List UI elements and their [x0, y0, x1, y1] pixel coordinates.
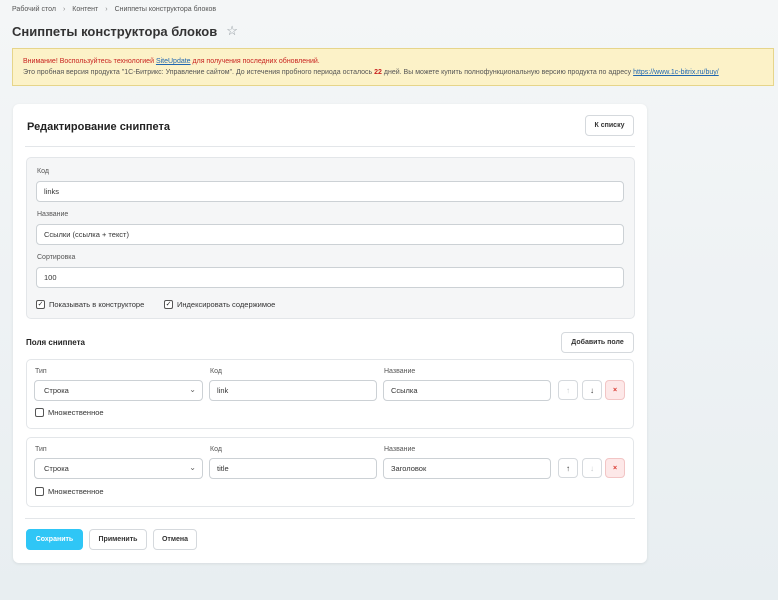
show-in-constructor-label: Показывать в конструкторе [49, 300, 145, 309]
field-row: Тип Строка ⌄ Код title Название Заголово… [26, 437, 634, 507]
name-field[interactable]: Ссылки (ссылка + текст) [36, 224, 624, 245]
checkbox-unchecked-icon[interactable] [35, 487, 44, 496]
star-icon[interactable]: ☆ [226, 23, 238, 39]
siteupdate-link[interactable]: SiteUpdate [156, 58, 191, 65]
move-up-button[interactable]: ↑ [558, 458, 578, 478]
breadcrumb-item-desktop[interactable]: Рабочий стол [12, 6, 56, 13]
field-row: Тип Строка ⌄ Код link Название Ссылка ↑ … [26, 359, 634, 429]
buy-link[interactable]: https://www.1c-bitrix.ru/buy/ [633, 69, 719, 76]
breadcrumb-item-content[interactable]: Контент [72, 6, 98, 13]
show-in-constructor-checkbox[interactable]: ✓ Показывать в конструкторе [36, 300, 144, 309]
apply-button[interactable]: Применить [89, 529, 147, 550]
breadcrumb-separator: › [62, 6, 66, 13]
back-to-list-button[interactable]: К списку [585, 115, 634, 136]
index-content-label: Индексировать содержимое [177, 300, 276, 309]
field-name-label: Название [384, 368, 416, 375]
chevron-down-icon: ⌄ [189, 463, 196, 472]
name-label: Название [37, 211, 69, 218]
sort-label: Сортировка [37, 254, 76, 261]
chevron-down-icon: ⌄ [189, 385, 196, 394]
field-name-label: Название [384, 446, 416, 453]
breadcrumb-separator: › [105, 6, 108, 13]
add-field-button[interactable]: Добавить поле [561, 332, 634, 353]
index-content-checkbox[interactable]: ✓ Индексировать содержимое [164, 300, 275, 309]
field-code-input[interactable]: title [209, 458, 377, 479]
breadcrumb-item-snippets[interactable]: Сниппеты конструктора блоков [115, 6, 217, 13]
field-name-input[interactable]: Заголовок [383, 458, 551, 479]
trial-notice: Внимание! Воспользуйтесь технологией Sit… [12, 48, 774, 86]
move-down-button[interactable]: ↓ [582, 458, 602, 478]
checkbox-checked-icon[interactable]: ✓ [164, 300, 173, 309]
multiple-checkbox[interactable]: Множественное [35, 487, 104, 496]
multiple-label: Множественное [48, 408, 104, 417]
notice-warning-tail: для получения последних обновлений. [192, 58, 320, 65]
save-button[interactable]: Сохранить [26, 529, 83, 550]
type-label: Тип [35, 368, 47, 375]
field-name-input[interactable]: Ссылка [383, 380, 551, 401]
cancel-button[interactable]: Отмена [153, 529, 197, 550]
divider [25, 146, 635, 147]
type-select-value: Строка [44, 386, 69, 395]
breadcrumb: Рабочий стол › Контент › Сниппеты констр… [12, 6, 216, 13]
page-title: Сниппеты конструктора блоков [12, 23, 218, 39]
main-settings-panel: Код links Название Ссылки (ссылка + текс… [26, 157, 635, 319]
multiple-checkbox[interactable]: Множественное [35, 408, 104, 417]
sort-field[interactable]: 100 [36, 267, 624, 288]
notice-trial-text: Это пробная версия продукта "1С-Битрикс:… [23, 69, 373, 76]
type-select-value: Строка [44, 464, 69, 473]
type-select[interactable]: Строка ⌄ [34, 458, 203, 479]
multiple-label: Множественное [48, 487, 104, 496]
type-select[interactable]: Строка ⌄ [34, 380, 203, 401]
notice-warning: Внимание! Воспользуйтесь технологией [23, 58, 154, 65]
notice-days: 22 [374, 69, 382, 76]
delete-field-button[interactable]: × [605, 458, 625, 478]
checkbox-unchecked-icon[interactable] [35, 408, 44, 417]
type-label: Тип [35, 446, 47, 453]
field-code-label: Код [210, 368, 222, 375]
checkbox-checked-icon[interactable]: ✓ [36, 300, 45, 309]
field-code-input[interactable]: link [209, 380, 377, 401]
snippet-fields-title: Поля сниппета [26, 338, 85, 347]
edit-snippet-card: Редактирование сниппета К списку Код lin… [13, 104, 647, 563]
field-code-label: Код [210, 446, 222, 453]
code-label: Код [37, 168, 49, 175]
notice-trial-tail: дней. Вы можете купить полнофункциональн… [383, 69, 632, 76]
page-title-wrap: Сниппеты конструктора блоков ☆ [12, 23, 238, 39]
code-field[interactable]: links [36, 181, 624, 202]
delete-field-button[interactable]: × [605, 380, 625, 400]
move-down-button[interactable]: ↓ [582, 380, 602, 400]
divider [25, 518, 635, 519]
move-up-button[interactable]: ↑ [558, 380, 578, 400]
card-title: Редактирование сниппета [27, 121, 170, 133]
